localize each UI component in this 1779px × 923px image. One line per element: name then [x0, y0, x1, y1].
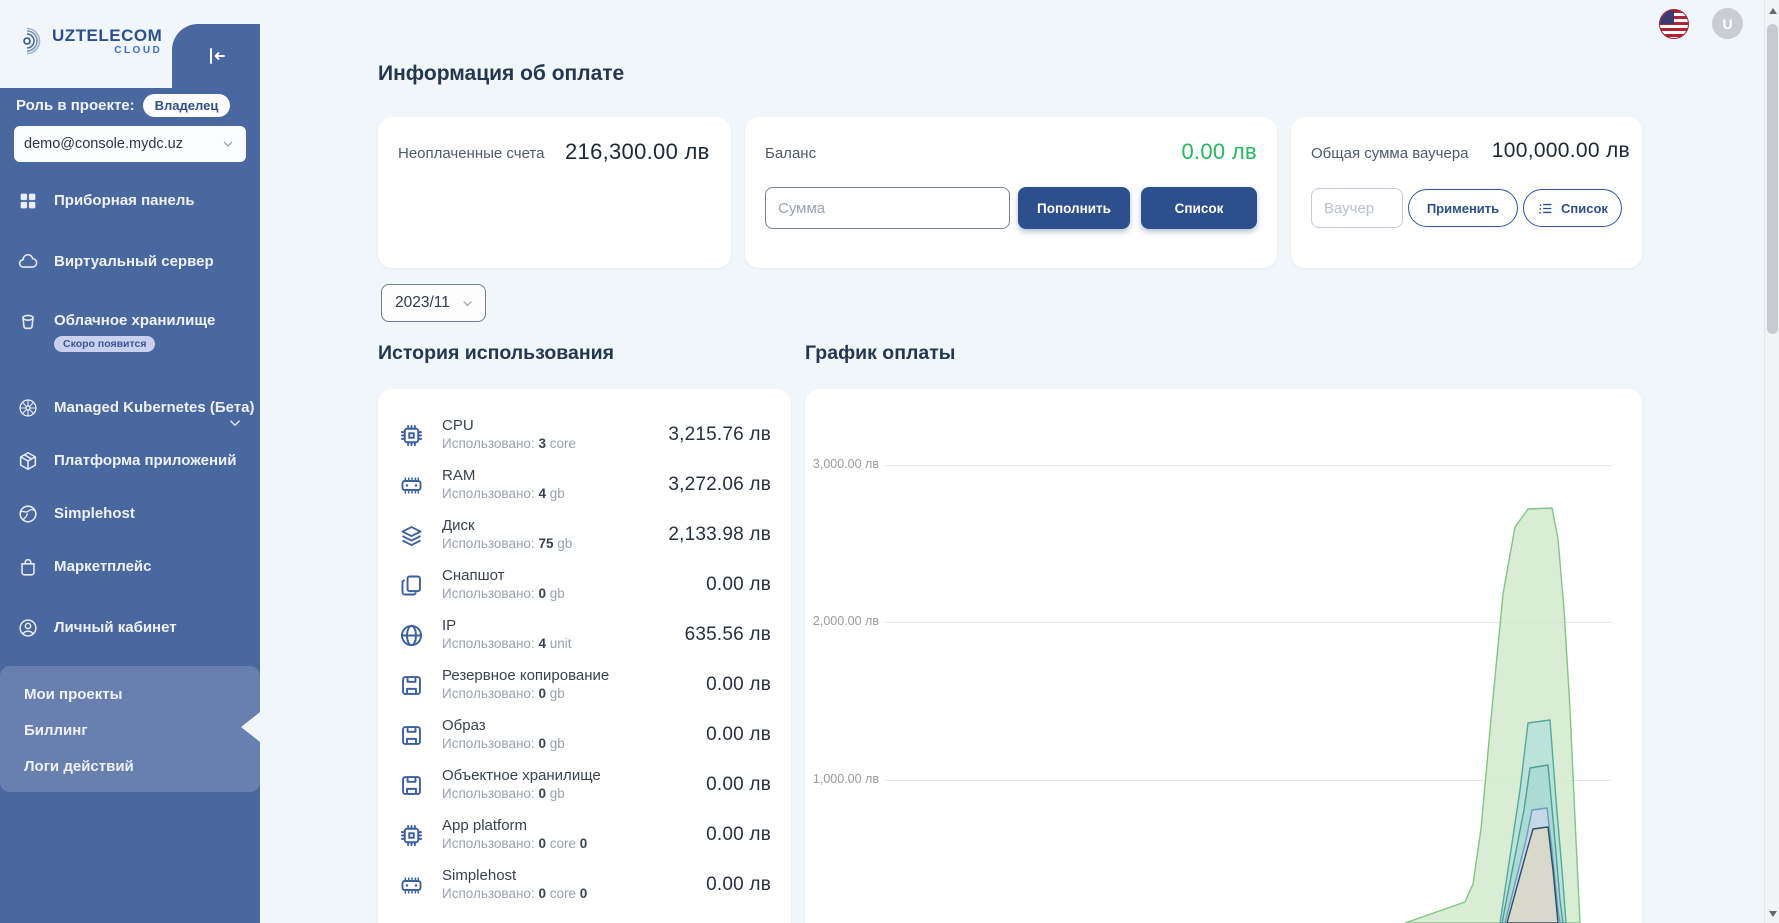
snapshot-copy-icon: [398, 572, 425, 599]
usage-value: 0.00 лв: [706, 874, 771, 896]
list-icon: [1537, 200, 1554, 217]
period-select[interactable]: 2023/11: [381, 284, 486, 322]
floppy-icon: [398, 672, 425, 699]
usage-row-snapshot: Снапшот Использовано: 0 gb 0.00 лв: [378, 560, 791, 610]
role-badge: Владелец: [143, 94, 231, 117]
submenu-item-billing[interactable]: Биллинг: [24, 712, 88, 748]
usage-row-object-storage: Объектное хранилище Использовано: 0 gb 0…: [378, 760, 791, 810]
cube-icon: [17, 450, 39, 472]
project-role-row: Роль в проекте: Владелец: [16, 94, 230, 117]
sidebar-item-marketplace[interactable]: Маркетплейс: [0, 556, 260, 578]
role-label: Роль в проекте:: [16, 97, 135, 114]
floppy-icon: [398, 772, 425, 799]
bucket-icon: [17, 310, 39, 332]
uztelecom-logo-icon: [14, 26, 44, 56]
voucher-label: Общая сумма ваучера: [1311, 145, 1469, 162]
floppy-icon: [398, 722, 425, 749]
usage-row-disk: Диск Использовано: 75 gb 2,133.98 лв: [378, 510, 791, 560]
stacked-area-chart: [805, 389, 1642, 923]
project-select[interactable]: demo@console.mydc.uz: [14, 126, 246, 162]
sidebar-item-personal-account[interactable]: Личный кабинет: [0, 617, 260, 639]
usage-row-backup: Резервное копирование Использовано: 0 gb…: [378, 660, 791, 710]
dashboard-grid-icon: [17, 190, 39, 212]
shopping-bag-icon: [17, 556, 39, 578]
unpaid-bills-value: 216,300.00 лв: [565, 139, 710, 165]
amount-input[interactable]: [765, 187, 1010, 229]
payment-chart-title: График оплаты: [805, 342, 955, 365]
sidebar: UZTELECOM CLOUD Роль в проекте: Владелец…: [0, 0, 260, 923]
chevron-down-icon: [460, 296, 475, 311]
user-icon: [17, 617, 39, 639]
personal-account-submenu: Мои проекты Биллинг Логи действий: [0, 666, 260, 792]
usage-value: 635.56 лв: [685, 624, 771, 646]
usage-value: 2,133.98 лв: [668, 524, 771, 546]
ram-icon: [398, 872, 425, 899]
usage-row-image: Образ Использовано: 0 gb 0.00 лв: [378, 710, 791, 760]
voucher-card: Общая сумма ваучера 100,000.00 лв Примен…: [1291, 117, 1642, 268]
collapse-icon: [204, 44, 228, 68]
brand-sub: CLOUD: [114, 46, 162, 56]
globe-icon: [17, 503, 39, 525]
sidebar-item-kubernetes[interactable]: Managed Kubernetes (Бета): [0, 397, 260, 419]
usage-value: 0.00 лв: [706, 724, 771, 746]
scrollbar-thumb[interactable]: [1767, 24, 1778, 334]
usage-value: 0.00 лв: [706, 574, 771, 596]
sidebar-item-dashboard[interactable]: Приборная панель: [0, 190, 260, 212]
balance-label: Баланс: [765, 145, 816, 162]
submenu-item-my-projects[interactable]: Мои проекты: [24, 676, 122, 712]
unpaid-bills-label: Неоплаченные счета: [398, 145, 544, 162]
submenu-item-action-logs[interactable]: Логи действий: [24, 748, 134, 784]
billing-page: UZTELECOM CLOUD Роль в проекте: Владелец…: [0, 0, 1779, 923]
logo-area: UZTELECOM CLOUD: [0, 0, 260, 88]
usage-value: 0.00 лв: [706, 674, 771, 696]
usage-row-cpu: CPU Использовано: 3 core 3,215.76 лв: [378, 410, 791, 460]
chevron-down-icon: [220, 136, 236, 152]
ram-icon: [398, 472, 425, 499]
page-title: Информация об оплате: [378, 62, 624, 86]
coming-soon-badge: Скоро появится: [54, 336, 155, 352]
scroll-up-arrow-icon[interactable]: [1769, 8, 1777, 14]
usage-row-app-platform: App platform Использовано: 0 core 0 0.00…: [378, 810, 791, 860]
usage-value: 0.00 лв: [706, 774, 771, 796]
cloud-icon: [17, 251, 39, 273]
payment-chart-card: 3,000.00 лв 2,000.00 лв 1,000.00 лв: [805, 389, 1642, 923]
topup-button[interactable]: Пополнить: [1018, 187, 1130, 229]
usage-row-ip: IP Использовано: 4 unit 635.56 лв: [378, 610, 791, 660]
sidebar-item-virtual-server[interactable]: Виртуальный сервер: [0, 251, 260, 273]
usage-value: 3,215.76 лв: [668, 424, 771, 446]
voucher-value: 100,000.00 лв: [1492, 139, 1630, 163]
sidebar-item-app-platform[interactable]: Платформа приложений: [0, 450, 260, 472]
kubernetes-icon: [17, 397, 39, 419]
unpaid-bills-card: Неоплаченные счета 216,300.00 лв: [378, 117, 731, 268]
period-select-value: 2023/11: [395, 294, 450, 312]
balance-value: 0.00 лв: [1181, 139, 1257, 165]
sidebar-item-cloud-storage[interactable]: Облачное хранилище Скоро появится: [0, 310, 260, 352]
usage-history-title: История использования: [378, 342, 614, 365]
sidebar-collapse-button[interactable]: [172, 24, 260, 88]
logo[interactable]: UZTELECOM CLOUD: [14, 26, 162, 56]
sidebar-body: Роль в проекте: Владелец demo@console.my…: [0, 88, 260, 923]
brand-name: UZTELECOM: [52, 27, 162, 44]
voucher-input[interactable]: [1311, 188, 1403, 228]
language-flag-icon[interactable]: [1659, 9, 1689, 39]
project-select-value: demo@console.mydc.uz: [24, 136, 183, 152]
cpu-icon: [398, 822, 425, 849]
user-avatar[interactable]: U: [1712, 8, 1743, 39]
usage-value: 0.00 лв: [706, 824, 771, 846]
usage-history-card: CPU Использовано: 3 core 3,215.76 лв RAM…: [378, 389, 791, 923]
balance-list-button[interactable]: Список: [1141, 187, 1257, 229]
scroll-down-arrow-icon[interactable]: [1769, 911, 1777, 917]
cpu-icon: [398, 422, 425, 449]
usage-value: 3,272.06 лв: [668, 474, 771, 496]
page-scrollbar[interactable]: [1764, 0, 1779, 923]
active-item-notch: [241, 712, 260, 742]
usage-row-ram: RAM Использовано: 4 gb 3,272.06 лв: [378, 460, 791, 510]
voucher-list-button[interactable]: Список: [1523, 189, 1622, 227]
apply-voucher-button[interactable]: Применить: [1408, 189, 1518, 227]
usage-row-simplehost: Simplehost Использовано: 0 core 0 0.00 л…: [378, 860, 791, 910]
disk-layers-icon: [398, 522, 425, 549]
globe-icon: [398, 622, 425, 649]
balance-card: Баланс 0.00 лв Пополнить Список: [745, 117, 1277, 268]
sidebar-item-simplehost[interactable]: Simplehost: [0, 503, 260, 525]
